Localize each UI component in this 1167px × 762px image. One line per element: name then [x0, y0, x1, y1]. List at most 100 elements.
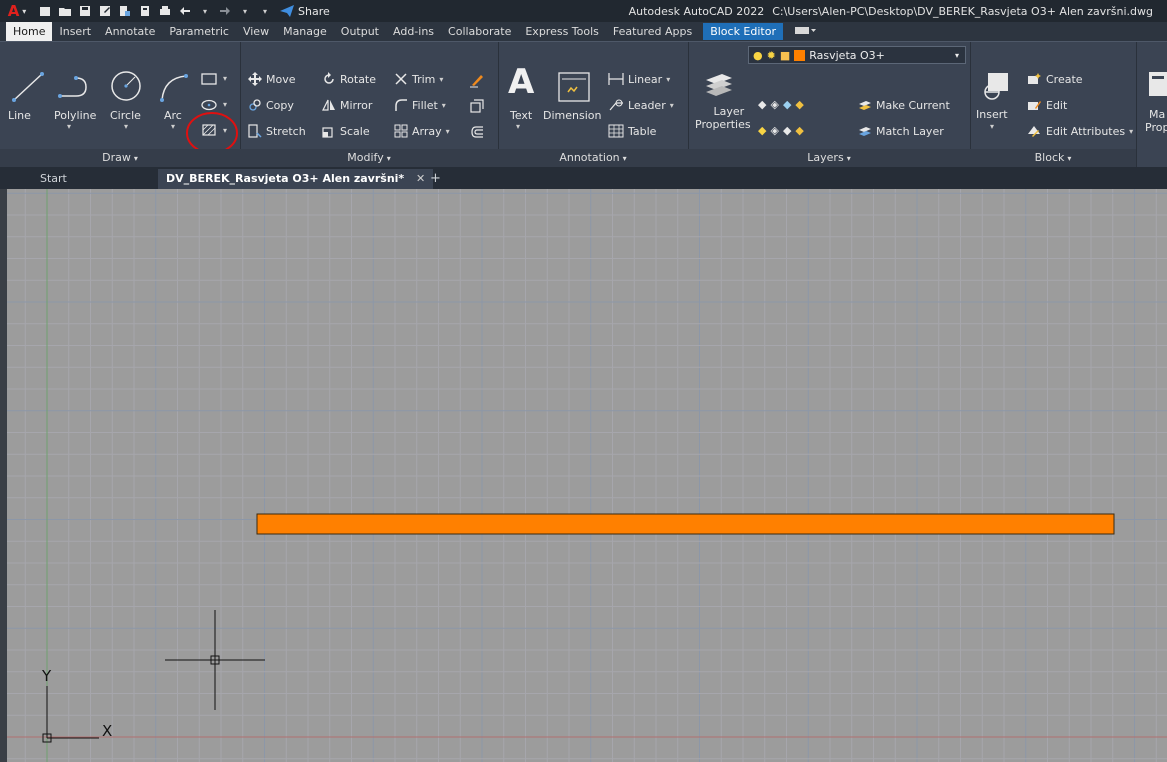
- open-folder-icon[interactable]: [58, 4, 72, 18]
- explode-icon[interactable]: [469, 98, 485, 114]
- arc-button[interactable]: Arc: [164, 109, 182, 122]
- move-button[interactable]: Move: [248, 72, 296, 86]
- copy-button[interactable]: Copy: [248, 98, 294, 112]
- annotation-panel-title[interactable]: Annotation ▾: [498, 149, 688, 167]
- tab-home[interactable]: Home: [6, 22, 53, 41]
- layer-dropdown[interactable]: ● ✹ ■ Rasvjeta O3+ ▾: [748, 46, 966, 64]
- edit-block-button[interactable]: Edit: [1026, 98, 1067, 112]
- layer-lock-icon[interactable]: ◆: [795, 98, 803, 111]
- save-as-icon[interactable]: [98, 4, 112, 18]
- text-dropdown-icon[interactable]: ▾: [516, 122, 520, 131]
- linear-button[interactable]: Linear ▾: [608, 72, 670, 86]
- layer-isolate-icon[interactable]: ◈: [770, 98, 778, 111]
- ribbon-state-toggle[interactable]: [787, 22, 825, 41]
- orange-light-rectangle[interactable]: [256, 513, 1115, 535]
- block-panel-title[interactable]: Block ▾: [970, 149, 1136, 167]
- tab-view[interactable]: View: [236, 22, 276, 41]
- save-icon[interactable]: [78, 4, 92, 18]
- circle-button[interactable]: Circle: [110, 109, 141, 122]
- array-icon: [394, 124, 408, 138]
- trim-button[interactable]: Trim ▾: [394, 72, 443, 86]
- layer-properties-button[interactable]: Layer Properties: [695, 105, 751, 131]
- ellipse-dropdown-icon[interactable]: ▾: [223, 100, 227, 109]
- modify-panel-title[interactable]: Modify ▾: [240, 149, 498, 167]
- redo-icon[interactable]: [218, 4, 232, 18]
- leader-label: Leader: [628, 98, 666, 112]
- rotate-button[interactable]: Rotate: [322, 72, 376, 86]
- tab-collaborate[interactable]: Collaborate: [441, 22, 518, 41]
- match-properties-label[interactable]: Ma Prop: [1145, 108, 1167, 134]
- drawing-canvas[interactable]: Y X: [7, 189, 1167, 762]
- close-tab-icon[interactable]: ✕: [416, 172, 425, 185]
- ucs-y-label: Y: [41, 667, 52, 685]
- rectangle-dropdown-icon[interactable]: ▾: [223, 74, 227, 83]
- tab-express-tools[interactable]: Express Tools: [518, 22, 606, 41]
- open-web-icon[interactable]: [118, 4, 132, 18]
- match-layer-button[interactable]: Match Layer: [858, 124, 944, 138]
- drawing-tab-active[interactable]: DV_BEREK_Rasvjeta O3+ Alen završni* ✕: [158, 169, 434, 189]
- tab-insert[interactable]: Insert: [52, 22, 98, 41]
- polyline-dropdown-icon[interactable]: ▾: [67, 122, 71, 131]
- fillet-dropdown-icon[interactable]: ▾: [442, 101, 446, 110]
- stretch-button[interactable]: Stretch: [248, 124, 306, 138]
- lock-icon: ■: [779, 48, 791, 62]
- text-button[interactable]: Text: [510, 109, 532, 122]
- table-button[interactable]: Table: [608, 124, 656, 138]
- redo-dropdown-icon[interactable]: ▾: [238, 4, 252, 18]
- edit-attributes-label: Edit Attributes: [1046, 124, 1126, 138]
- share-button[interactable]: Share: [280, 5, 330, 18]
- rectangle-icon[interactable]: [200, 72, 218, 86]
- array-button[interactable]: Array ▾: [394, 124, 450, 138]
- make-current-button[interactable]: Make Current: [858, 98, 950, 112]
- offset-icon[interactable]: [469, 124, 485, 140]
- application-menu-button[interactable]: A ▾: [0, 0, 34, 22]
- start-tab[interactable]: Start: [40, 169, 67, 189]
- layer-freeze-icon[interactable]: ◆: [783, 98, 791, 111]
- leader-dropdown-icon[interactable]: ▾: [670, 101, 674, 110]
- tab-output[interactable]: Output: [334, 22, 386, 41]
- trim-dropdown-icon[interactable]: ▾: [439, 75, 443, 84]
- dimension-button[interactable]: Dimension: [543, 109, 601, 122]
- layer-on-icon[interactable]: ◆: [758, 124, 766, 137]
- plot-icon[interactable]: [158, 4, 172, 18]
- tab-add-ins[interactable]: Add-ins: [386, 22, 441, 41]
- edit-attributes-dropdown-icon[interactable]: ▾: [1129, 127, 1133, 136]
- circle-dropdown-icon[interactable]: ▾: [124, 122, 128, 131]
- layer-off-icon[interactable]: ◆: [758, 98, 766, 111]
- erase-icon[interactable]: [469, 72, 485, 88]
- quick-access-toolbar: ▾ ▾ ▾: [38, 4, 272, 18]
- arc-dropdown-icon[interactable]: ▾: [171, 122, 175, 131]
- mirror-button[interactable]: Mirror: [322, 98, 372, 112]
- array-dropdown-icon[interactable]: ▾: [446, 127, 450, 136]
- layer-properties-label-2: Properties: [695, 118, 751, 131]
- create-block-button[interactable]: Create: [1026, 72, 1083, 86]
- insert-dropdown-icon[interactable]: ▾: [990, 122, 994, 131]
- tab-parametric[interactable]: Parametric: [162, 22, 236, 41]
- tab-manage[interactable]: Manage: [276, 22, 334, 41]
- leader-button[interactable]: Leader ▾: [608, 98, 674, 112]
- linear-dropdown-icon[interactable]: ▾: [666, 75, 670, 84]
- tab-annotate[interactable]: Annotate: [98, 22, 162, 41]
- layer-thaw-icon[interactable]: ◆: [783, 124, 791, 137]
- scale-button[interactable]: Scale: [322, 124, 370, 138]
- edit-attributes-button[interactable]: Edit Attributes ▾: [1026, 124, 1133, 138]
- layer-unisolate-icon[interactable]: ◈: [770, 124, 778, 137]
- layers-panel-title[interactable]: Layers ▾: [688, 149, 970, 167]
- save-web-icon[interactable]: [138, 4, 152, 18]
- draw-panel-title[interactable]: Draw ▾: [0, 149, 240, 167]
- insert-block-icon: [984, 73, 1008, 100]
- new-file-icon[interactable]: [38, 4, 52, 18]
- new-tab-icon[interactable]: +: [430, 169, 441, 189]
- layer-unlock-icon[interactable]: ◆: [795, 124, 803, 137]
- undo-dropdown-icon[interactable]: ▾: [198, 4, 212, 18]
- tab-featured-apps[interactable]: Featured Apps: [606, 22, 699, 41]
- polyline-button[interactable]: Polyline: [54, 109, 96, 122]
- fillet-button[interactable]: Fillet ▾: [394, 98, 446, 112]
- tab-block-editor[interactable]: Block Editor: [703, 23, 783, 40]
- fillet-label: Fillet: [412, 98, 438, 112]
- customize-toolbar-icon[interactable]: ▾: [258, 4, 272, 18]
- insert-button[interactable]: Insert: [976, 108, 1008, 121]
- undo-icon[interactable]: [178, 4, 192, 18]
- line-button[interactable]: Line: [8, 109, 31, 122]
- ribbon: Line Polyline ▾ Circle ▾ Arc ▾ ▾ ▾ ▾ Dra…: [0, 41, 1167, 168]
